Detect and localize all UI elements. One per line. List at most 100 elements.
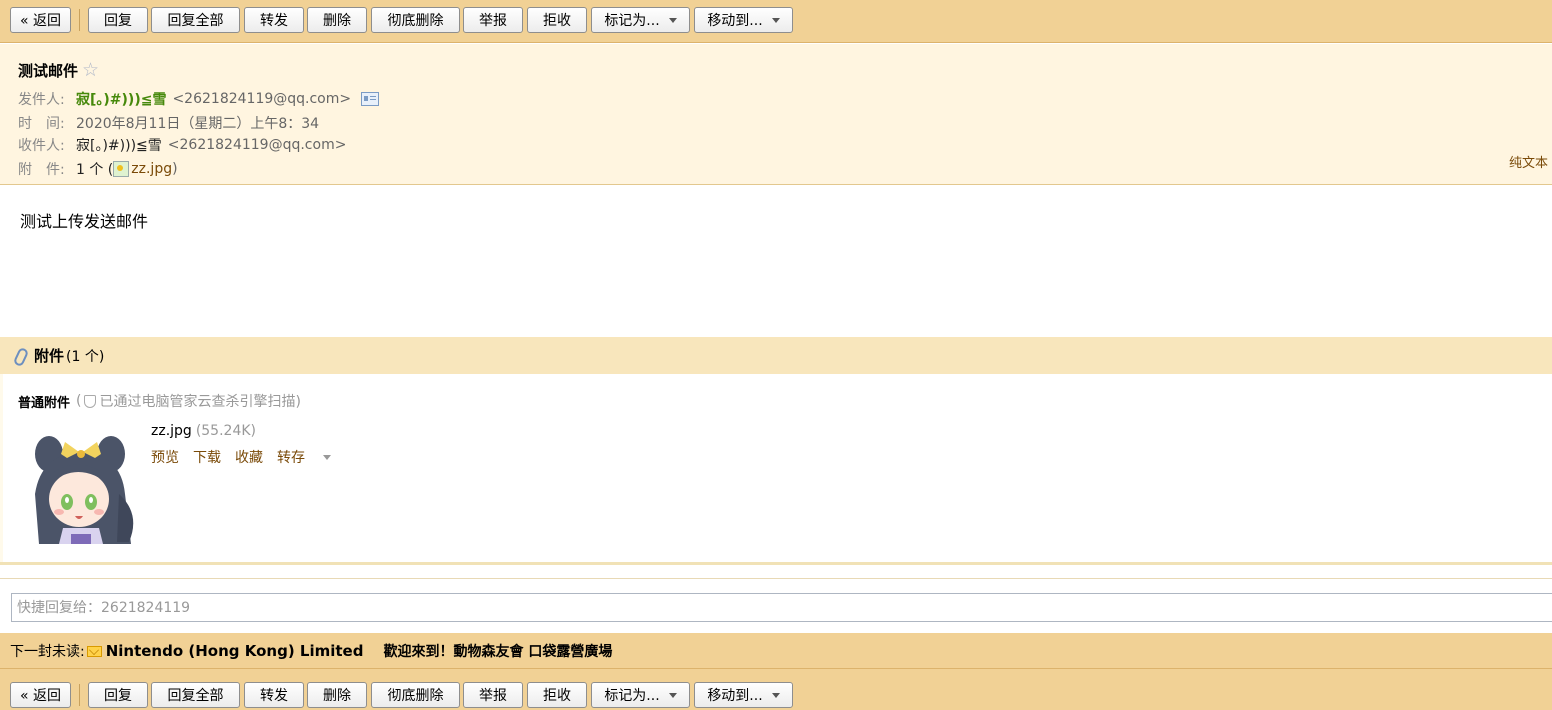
delete-button[interactable]: 删除 bbox=[307, 682, 367, 708]
next-unread-subject[interactable]: 歡迎來到！動物森友會 口袋露營廣場 bbox=[383, 641, 612, 661]
reject-button-label: 拒收 bbox=[543, 13, 571, 29]
shield-icon bbox=[84, 394, 97, 408]
save-to-label: 转存 bbox=[277, 450, 305, 466]
attachment-file-size: (55.24K) bbox=[195, 423, 256, 439]
delete-permanently-button[interactable]: 彻底删除 bbox=[371, 7, 460, 33]
download-link[interactable]: 下载 bbox=[193, 447, 221, 467]
reply-all-button[interactable]: 回复全部 bbox=[151, 682, 240, 708]
to-row: 收件人: 寂[。)#)))≦雪 <2621824119@qq.com> bbox=[18, 135, 346, 155]
forward-button[interactable]: 转发 bbox=[244, 7, 304, 33]
envelope-icon bbox=[86, 645, 102, 657]
preview-link[interactable]: 预览 bbox=[151, 447, 179, 467]
attachment-file: zz.jpg (55.24K) bbox=[151, 423, 256, 439]
attachment-link[interactable]: zz.jpg bbox=[131, 161, 172, 177]
report-button[interactable]: 举报 bbox=[463, 682, 523, 708]
contact-card-icon[interactable] bbox=[361, 92, 380, 106]
to-label: 收件人: bbox=[18, 138, 65, 154]
mark-as-dropdown[interactable]: 标记为... bbox=[591, 682, 690, 708]
delete-button-label: 删除 bbox=[323, 688, 351, 704]
caret-down-icon bbox=[771, 692, 780, 698]
back-button[interactable]: « 返回 bbox=[10, 682, 71, 708]
forward-button[interactable]: 转发 bbox=[244, 682, 304, 708]
mark-as-label: 标记为... bbox=[604, 13, 660, 29]
toolbar-divider bbox=[79, 684, 80, 706]
next-unread-sender[interactable]: Nintendo (Hong Kong) Limited bbox=[106, 642, 364, 660]
plain-text-link[interactable]: 纯文本 bbox=[1509, 152, 1548, 171]
report-button-label: 举报 bbox=[479, 688, 507, 704]
scan-note-open: ( bbox=[76, 393, 82, 409]
reject-button[interactable]: 拒收 bbox=[527, 7, 587, 33]
reject-button[interactable]: 拒收 bbox=[527, 682, 587, 708]
delete-permanently-button-label: 彻底删除 bbox=[387, 688, 444, 704]
reply-button[interactable]: 回复 bbox=[88, 682, 148, 708]
attachment-close-paren: ) bbox=[172, 161, 178, 177]
mail-subject: 测试邮件 ☆ bbox=[18, 59, 99, 81]
mark-as-dropdown[interactable]: 标记为... bbox=[591, 7, 690, 33]
report-button[interactable]: 举报 bbox=[463, 7, 523, 33]
toolbar-divider bbox=[79, 9, 80, 31]
time-value: 2020年8月11日（星期二）上午8：34 bbox=[76, 116, 320, 132]
mail-header: 测试邮件 ☆ 发件人: 寂[。)#)))≦雪 <2621824119@qq.co… bbox=[0, 44, 1552, 185]
report-button-label: 举报 bbox=[479, 13, 507, 29]
from-row: 发件人: 寂[。)#)))≦雪 <2621824119@qq.com> bbox=[18, 89, 380, 109]
image-file-icon bbox=[113, 161, 130, 177]
attachment-actions: 预览 下载 收藏 转存 bbox=[151, 447, 345, 467]
attachments-section: 附件 (1 个) 普通附件 ( 已通过电脑管家云查杀引擎扫描) zz.jpg (… bbox=[0, 337, 1552, 565]
paperclip-icon bbox=[14, 348, 26, 364]
normal-attachment-heading: 普通附件 ( 已通过电脑管家云查杀引擎扫描) bbox=[18, 391, 301, 411]
attachment-label: 附 件: bbox=[18, 162, 65, 178]
recipient-address: <2621824119@qq.com> bbox=[167, 137, 347, 153]
caret-down-icon bbox=[771, 17, 780, 23]
caret-down-icon bbox=[668, 17, 677, 23]
attachment-row: 附 件: 1 个 ( zz.jpg ) bbox=[18, 159, 178, 179]
time-label: 时 间: bbox=[18, 116, 65, 132]
next-unread-bar: 下一封未读: Nintendo (Hong Kong) Limited 歡迎來到… bbox=[0, 633, 1552, 669]
attachments-body: 普通附件 ( 已通过电脑管家云查杀引擎扫描) zz.jpg (55.24K) 预… bbox=[3, 374, 1552, 562]
sender-name[interactable]: 寂[。)#)))≦雪 bbox=[76, 89, 166, 109]
attachment-thumbnail[interactable] bbox=[21, 424, 141, 544]
reject-button-label: 拒收 bbox=[543, 688, 571, 704]
move-to-label: 移动到... bbox=[707, 688, 763, 704]
delete-permanently-button-label: 彻底删除 bbox=[387, 13, 444, 29]
attachments-title: 附件 bbox=[34, 347, 65, 365]
caret-down-icon bbox=[323, 455, 331, 460]
sender-address: <2621824119@qq.com> bbox=[172, 91, 352, 107]
move-to-label: 移动到... bbox=[707, 13, 763, 29]
reply-all-button-label: 回复全部 bbox=[167, 13, 224, 29]
move-to-dropdown[interactable]: 移动到... bbox=[694, 682, 793, 708]
scan-note-text: 已通过电脑管家云查杀引擎扫描) bbox=[99, 394, 301, 410]
mail-body-text: 测试上传发送邮件 bbox=[20, 212, 149, 231]
back-button-label: « 返回 bbox=[19, 688, 61, 704]
recipient-name[interactable]: 寂[。)#)))≦雪 bbox=[76, 135, 162, 155]
from-label: 发件人: bbox=[18, 92, 65, 108]
forward-button-label: 转发 bbox=[260, 13, 288, 29]
attachment-file-name[interactable]: zz.jpg bbox=[151, 423, 192, 439]
scan-note: ( 已通过电脑管家云查杀引擎扫描) bbox=[76, 391, 301, 411]
back-button-label: « 返回 bbox=[19, 13, 61, 29]
divider bbox=[0, 578, 1552, 579]
reply-all-button-label: 回复全部 bbox=[167, 688, 224, 704]
caret-down-icon bbox=[668, 692, 677, 698]
delete-button[interactable]: 删除 bbox=[307, 7, 367, 33]
reply-all-button[interactable]: 回复全部 bbox=[151, 7, 240, 33]
next-unread-label: 下一封未读: bbox=[10, 644, 85, 660]
top-toolbar: « 返回 回复 回复全部 转发 删除 彻底删除 举报 拒收 标记为... 移动到… bbox=[0, 0, 1552, 43]
forward-button-label: 转发 bbox=[260, 688, 288, 704]
time-row: 时 间: 2020年8月11日（星期二）上午8：34 bbox=[18, 113, 319, 133]
move-to-dropdown[interactable]: 移动到... bbox=[694, 7, 793, 33]
star-icon[interactable]: ☆ bbox=[82, 59, 99, 81]
delete-button-label: 删除 bbox=[323, 13, 351, 29]
delete-permanently-button[interactable]: 彻底删除 bbox=[371, 682, 460, 708]
reply-button-label: 回复 bbox=[104, 688, 132, 704]
quick-reply-input[interactable] bbox=[11, 593, 1552, 622]
back-button[interactable]: « 返回 bbox=[10, 7, 71, 33]
save-to-dropdown[interactable]: 转存 bbox=[277, 447, 331, 467]
attachment-count: 1 个 ( bbox=[76, 162, 114, 178]
reply-button[interactable]: 回复 bbox=[88, 7, 148, 33]
anime-character-image bbox=[21, 424, 141, 544]
attachments-count: (1 个) bbox=[66, 348, 105, 365]
mark-as-label: 标记为... bbox=[604, 688, 660, 704]
reply-button-label: 回复 bbox=[104, 13, 132, 29]
favorite-link[interactable]: 收藏 bbox=[235, 447, 263, 467]
normal-attachment-label: 普通附件 bbox=[18, 395, 71, 411]
